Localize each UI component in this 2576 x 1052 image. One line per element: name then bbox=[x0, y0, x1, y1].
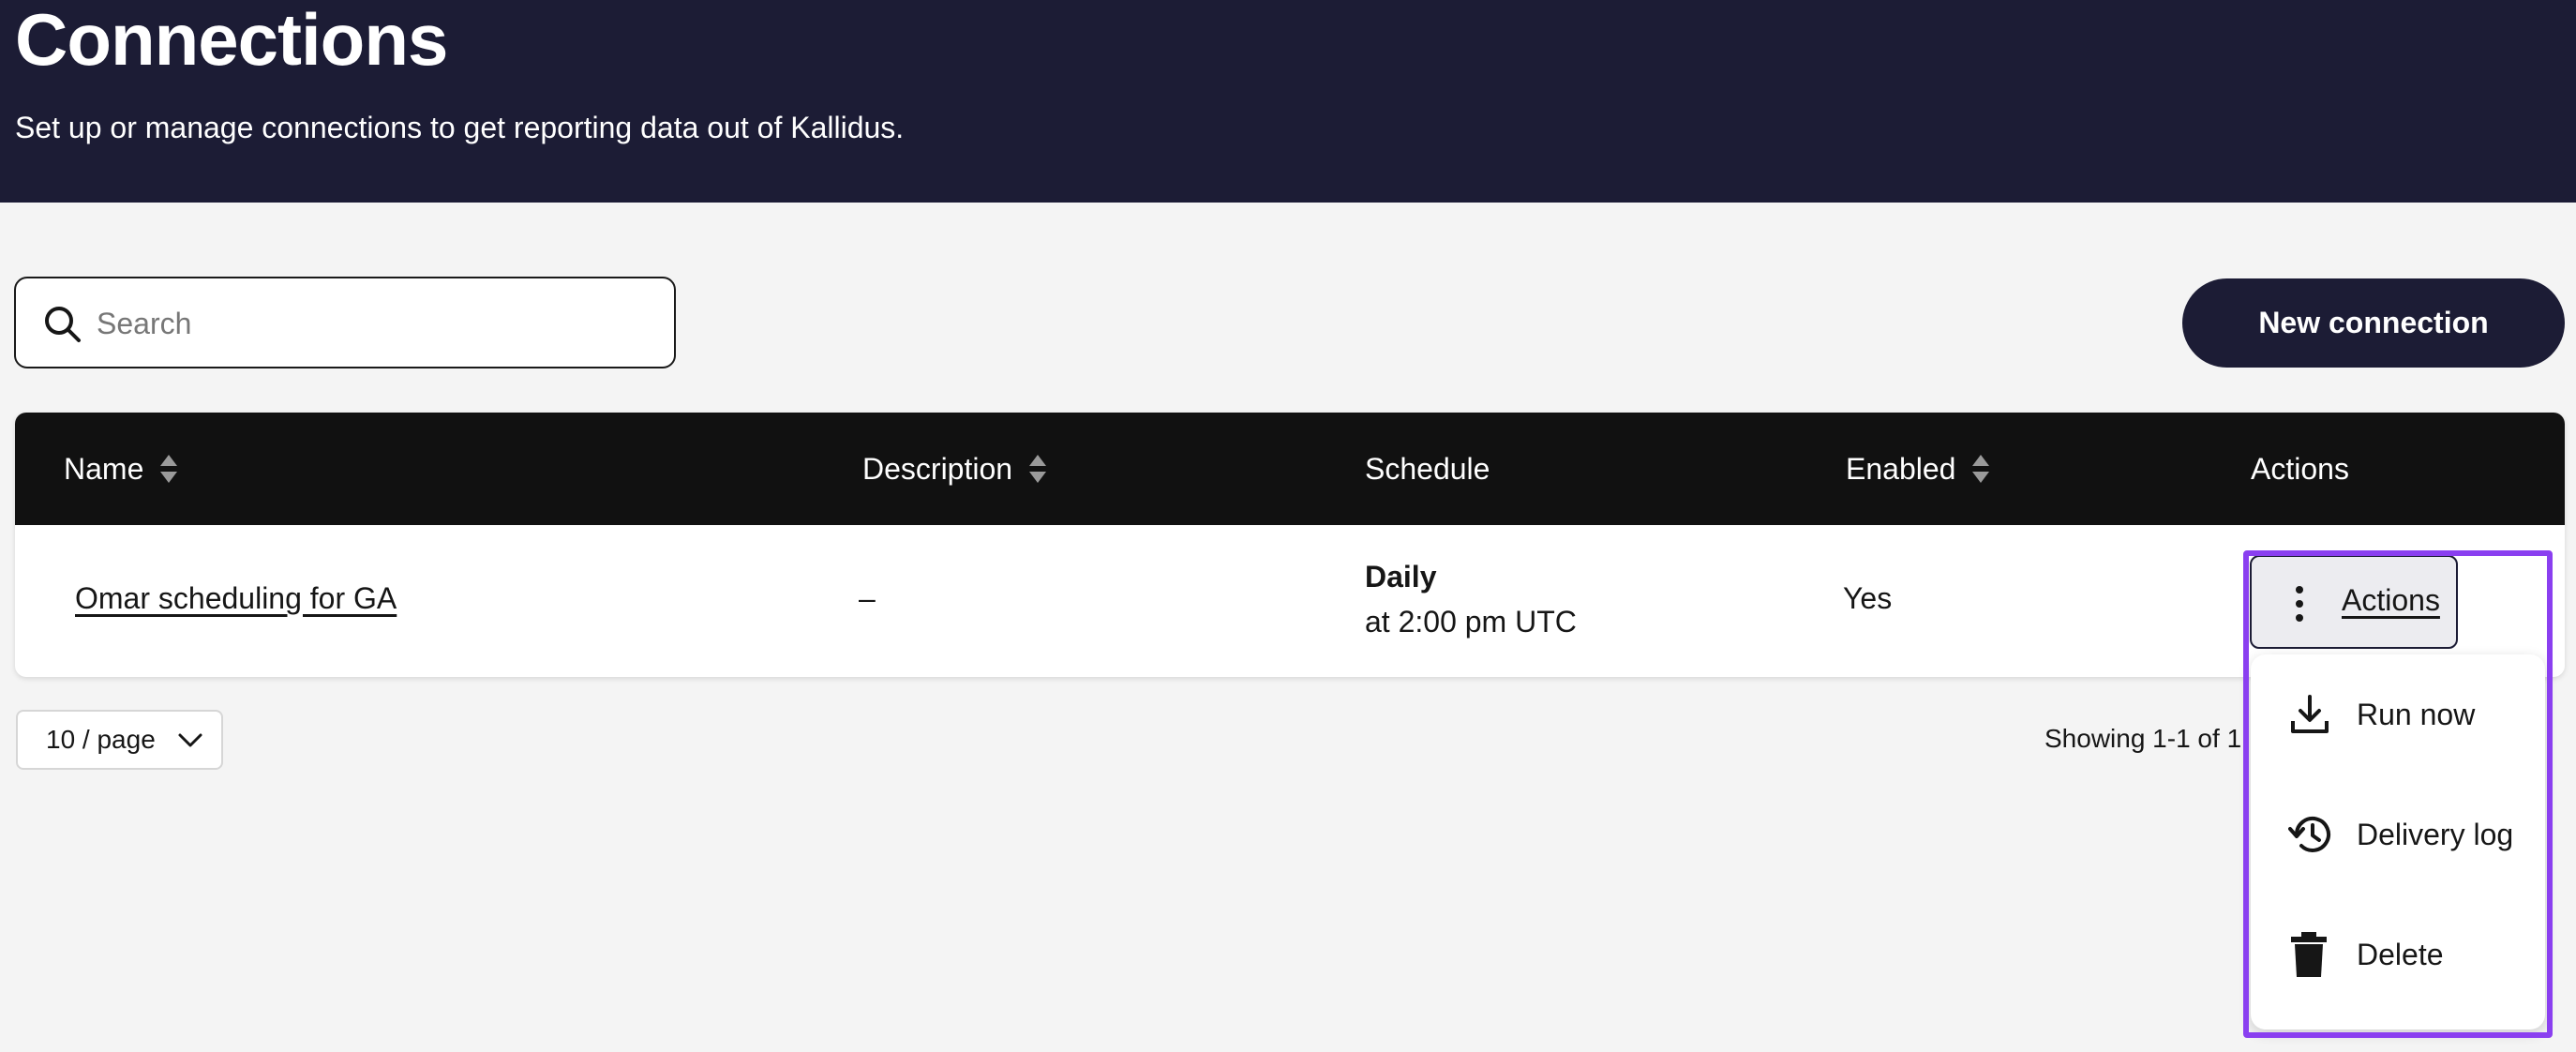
column-header-label: Schedule bbox=[1365, 451, 1490, 486]
page-size-value: 10 / page bbox=[46, 725, 156, 754]
sort-icon bbox=[1029, 455, 1047, 483]
new-connection-button[interactable]: New connection bbox=[2182, 278, 2565, 368]
menu-item-label: Delete bbox=[2357, 937, 2444, 971]
menu-item-delete[interactable]: Delete bbox=[2251, 894, 2545, 1014]
column-header-schedule: Schedule bbox=[1365, 413, 1490, 525]
trash-icon bbox=[2291, 932, 2327, 977]
schedule-time: at 2:00 pm UTC bbox=[1365, 605, 1577, 639]
download-icon bbox=[2291, 695, 2329, 733]
actions-dropdown-menu: Run now Delivery log Delete bbox=[2251, 654, 2545, 1029]
page-title: Connections bbox=[15, 0, 448, 81]
connections-table: Name Description Schedule Enabled Action… bbox=[15, 413, 2565, 677]
schedule-frequency: Daily bbox=[1365, 560, 1437, 594]
menu-item-label: Run now bbox=[2357, 697, 2476, 731]
row-actions-button[interactable]: Actions bbox=[2250, 555, 2458, 649]
column-header-label: Name bbox=[64, 451, 144, 486]
menu-item-delivery-log[interactable]: Delivery log bbox=[2251, 774, 2545, 894]
column-header-description[interactable]: Description bbox=[862, 413, 1048, 525]
chevron-down-icon bbox=[178, 733, 202, 747]
page-size-select[interactable]: 10 / page bbox=[16, 710, 223, 770]
menu-item-label: Delivery log bbox=[2357, 817, 2514, 851]
search-input[interactable] bbox=[97, 297, 659, 350]
column-header-label: Description bbox=[862, 451, 1013, 486]
column-header-label: Enabled bbox=[1846, 451, 1956, 486]
column-header-label: Actions bbox=[2251, 451, 2349, 486]
table-header: Name Description Schedule Enabled Action… bbox=[15, 413, 2565, 525]
search-icon bbox=[45, 307, 81, 342]
sort-icon bbox=[160, 455, 178, 483]
sort-icon bbox=[1972, 455, 1990, 483]
connection-name-link[interactable]: Omar scheduling for GA bbox=[75, 581, 397, 616]
more-vertical-icon bbox=[2296, 586, 2303, 622]
row-actions-label: Actions bbox=[2342, 583, 2440, 617]
menu-item-run-now[interactable]: Run now bbox=[2251, 654, 2545, 774]
column-header-name[interactable]: Name bbox=[64, 413, 179, 525]
page-subtitle: Set up or manage connections to get repo… bbox=[15, 111, 905, 144]
column-header-actions: Actions bbox=[2251, 413, 2349, 525]
search-box[interactable] bbox=[14, 277, 676, 368]
pagination-summary: Showing 1-1 of 1 bbox=[2044, 724, 2242, 753]
history-icon bbox=[2288, 816, 2330, 852]
page-header: Connections Set up or manage connections… bbox=[0, 0, 2576, 203]
connection-description: – bbox=[859, 581, 876, 615]
enabled-value: Yes bbox=[1843, 581, 1893, 615]
column-header-enabled[interactable]: Enabled bbox=[1846, 413, 1991, 525]
